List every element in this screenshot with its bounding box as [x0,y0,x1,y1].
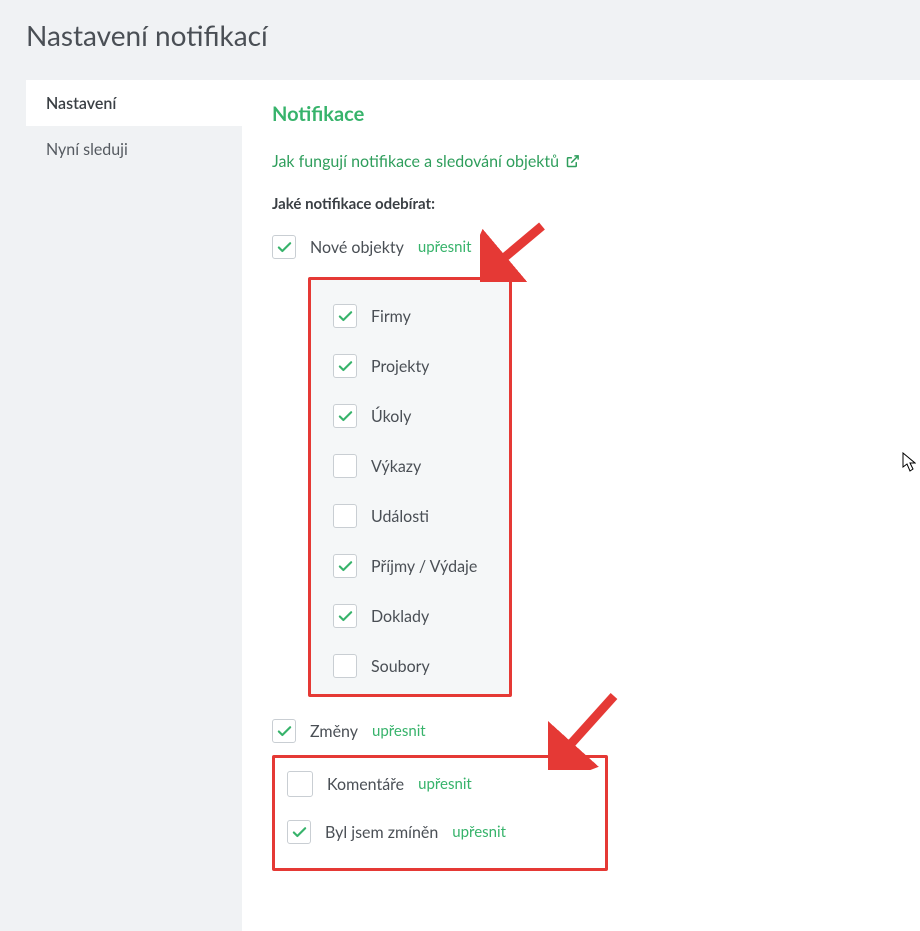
group-label: Komentáře [327,775,404,794]
group-label: Změny [310,722,358,741]
checkbox-comments[interactable] [287,771,313,797]
checkbox-projekty[interactable] [333,354,357,378]
nested-row: Příjmy / Výdaje [333,550,487,582]
nested-highlight-box: Firmy Projekty Úkoly Výkazy Události Pří… [308,277,512,697]
checkbox-udalosti[interactable] [333,504,357,528]
nested-label: Výkazy [371,457,421,476]
content-panel: Notifikace Jak fungují notifikace a sled… [242,80,920,931]
external-link-icon [565,154,580,169]
check-icon [276,723,293,740]
nested-row: Výkazy [333,450,487,482]
nested-row: Firmy [333,300,487,332]
nested-row: Soubory [333,650,487,682]
nested-row: Události [333,500,487,532]
help-link-label: Jak fungují notifikace a sledování objek… [272,152,559,171]
check-icon [337,358,354,375]
checkbox-prijmy-vydaje[interactable] [333,554,357,578]
nested-label: Projekty [371,357,429,376]
check-icon [337,308,354,325]
checkbox-ukoly[interactable] [333,404,357,428]
sidebar-item-following[interactable]: Nyní sleduji [26,126,242,172]
checkbox-vykazy[interactable] [333,454,357,478]
group-row-changes: Změny upřesnit [272,715,890,747]
nested-label: Doklady [371,607,429,626]
group-label: Byl jsem zmíněn [325,823,438,842]
checkbox-changes[interactable] [272,719,296,743]
check-icon [276,239,293,256]
cursor-icon [902,452,916,476]
group-row-mentioned: Byl jsem zmíněn upřesnit [287,816,593,848]
refine-link-mentioned[interactable]: upřesnit [452,823,506,841]
nested-label: Události [371,507,429,526]
nested-row: Projekty [333,350,487,382]
group-label: Nové objekty [310,238,404,257]
page-title: Nastavení notifikací [0,0,920,80]
group-row-new-objects: Nové objekty upřesnit [272,231,890,263]
help-link[interactable]: Jak fungují notifikace a sledování objek… [272,152,580,171]
refine-link-comments[interactable]: upřesnit [418,775,472,793]
checkbox-mentioned[interactable] [287,820,311,844]
sidebar-item-settings[interactable]: Nastavení [26,80,242,126]
nested-label: Příjmy / Výdaje [371,557,477,576]
nested-label: Soubory [371,657,430,676]
nested-row: Úkoly [333,400,487,432]
checkbox-new-objects[interactable] [272,235,296,259]
check-icon [337,558,354,575]
sidebar: Nastavení Nyní sleduji [26,80,242,172]
checkbox-soubory[interactable] [333,654,357,678]
checkbox-firmy[interactable] [333,304,357,328]
nested-label: Úkoly [371,407,411,426]
bottom-highlight-box: Komentáře upřesnit Byl jsem zmíněn upřes… [272,755,608,871]
refine-link-new-objects[interactable]: upřesnit [418,238,472,256]
nested-row: Doklady [333,600,487,632]
subscribe-heading: Jaké notifikace odebírat: [272,195,890,213]
checkbox-doklady[interactable] [333,604,357,628]
check-icon [291,824,308,841]
group-row-comments: Komentáře upřesnit [287,768,593,800]
section-title: Notifikace [272,102,890,126]
sidebar-item-label: Nyní sleduji [46,140,128,159]
sidebar-item-label: Nastavení [46,94,116,113]
check-icon [337,408,354,425]
check-icon [337,608,354,625]
refine-link-changes[interactable]: upřesnit [372,722,426,740]
nested-label: Firmy [371,307,411,326]
